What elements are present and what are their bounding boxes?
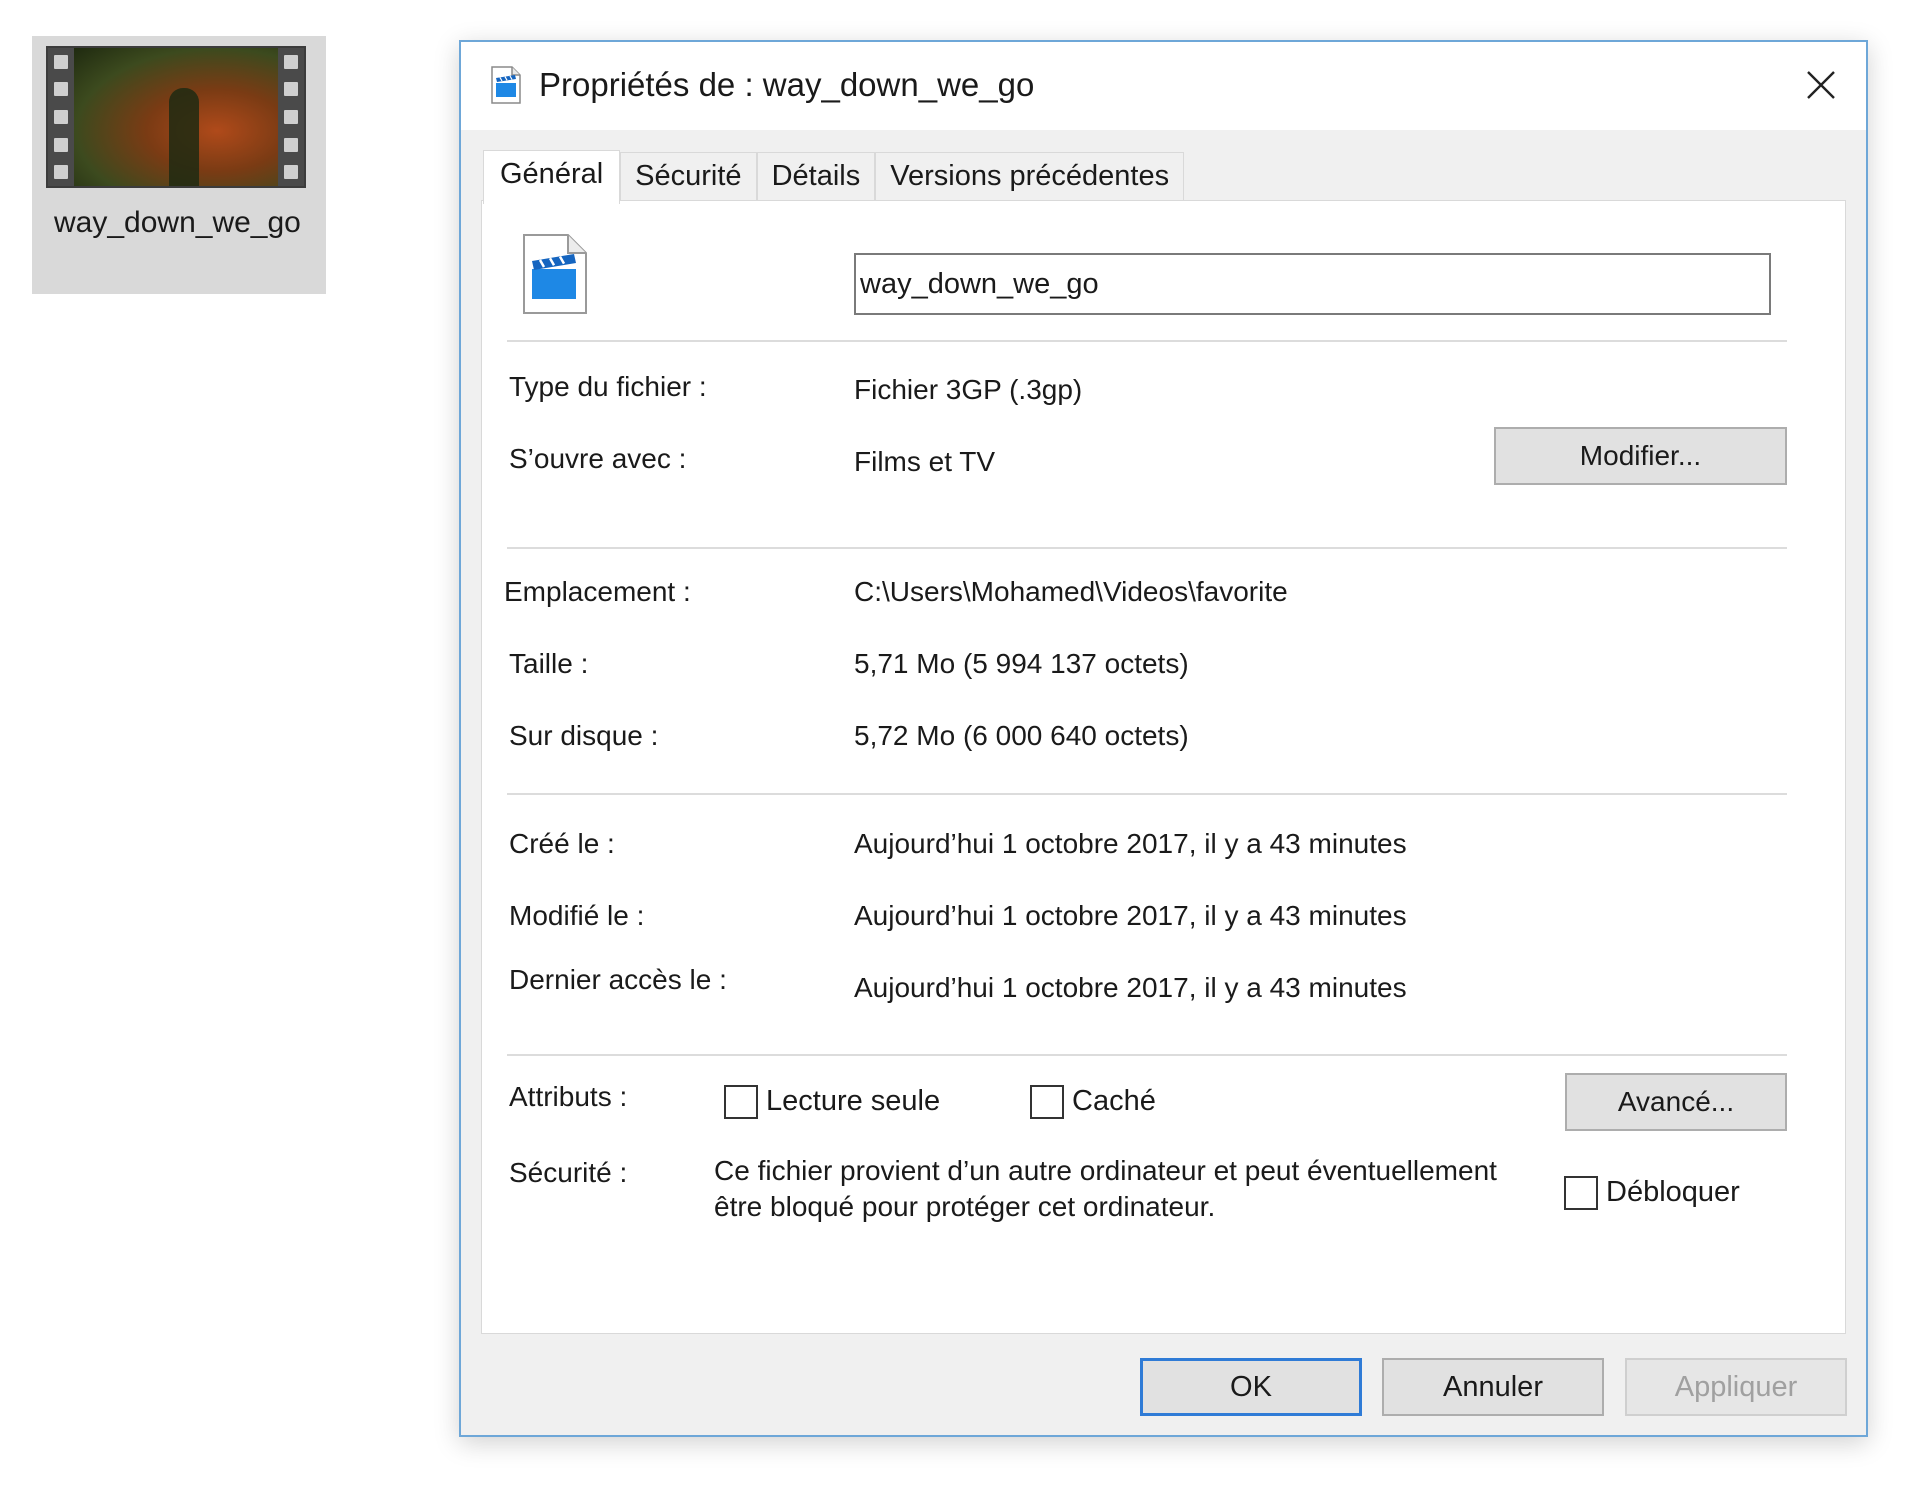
readonly-label: Lecture seule: [766, 1085, 941, 1117]
advanced-button[interactable]: Avancé...: [1565, 1073, 1787, 1131]
ok-button[interactable]: OK: [1140, 1358, 1362, 1416]
modified-label: Modifié le :: [509, 900, 645, 931]
properties-dialog: Propriétés de : way_down_we_go Général S…: [459, 40, 1868, 1437]
dialog-titlebar[interactable]: Propriétés de : way_down_we_go: [461, 42, 1866, 130]
thumbnail-silhouette: [169, 88, 199, 186]
tab-previous-versions[interactable]: Versions précédentes: [875, 152, 1185, 202]
size-value: 5,71 Mo (5 994 137 octets): [854, 648, 1189, 679]
desktop-file-icon[interactable]: way_down_we_go: [32, 36, 326, 294]
file-type-value: Fichier 3GP (.3gp): [854, 374, 1083, 405]
tab-general[interactable]: Général: [483, 150, 621, 204]
hidden-checkbox[interactable]: [1030, 1085, 1064, 1119]
tab-security[interactable]: Sécurité: [620, 152, 757, 202]
security-message: Ce fichier provient d’un autre ordinateu…: [714, 1155, 1497, 1222]
accessed-value: Aujourd’hui 1 octobre 2017, il y a 43 mi…: [854, 972, 1407, 1003]
location-value: C:\Users\Mohamed\Videos\favorite: [854, 576, 1288, 607]
film-strip-left: [48, 48, 74, 186]
created-label: Créé le :: [509, 828, 615, 859]
close-button[interactable]: [1798, 62, 1844, 108]
separator: [507, 1054, 1787, 1056]
separator: [507, 547, 1787, 549]
file-name-input[interactable]: [854, 253, 1771, 315]
video-file-icon: [523, 234, 587, 314]
opens-with-label: S’ouvre avec :: [509, 443, 687, 474]
apply-button[interactable]: Appliquer: [1625, 1358, 1847, 1416]
created-value: Aujourd’hui 1 octobre 2017, il y a 43 mi…: [854, 828, 1407, 859]
unblock-checkbox[interactable]: [1564, 1176, 1598, 1210]
file-type-label: Type du fichier :: [509, 371, 707, 402]
hidden-label: Caché: [1072, 1085, 1156, 1117]
tab-bar: Général Sécurité Détails Versions précéd…: [483, 150, 1185, 204]
cancel-button[interactable]: Annuler: [1382, 1358, 1604, 1416]
tab-details[interactable]: Détails: [756, 152, 876, 202]
dialog-title: Propriétés de : way_down_we_go: [539, 66, 1035, 103]
size-label: Taille :: [509, 648, 589, 679]
clapperboard-file-icon: [491, 66, 521, 104]
desktop-file-label: way_down_we_go: [54, 206, 301, 239]
unblock-label: Débloquer: [1606, 1176, 1740, 1208]
opens-with-value: Films et TV: [854, 446, 996, 477]
readonly-checkbox[interactable]: [724, 1085, 758, 1119]
change-button[interactable]: Modifier...: [1494, 427, 1787, 485]
close-icon: [1807, 71, 1835, 99]
attributes-label: Attributs :: [509, 1081, 628, 1112]
separator: [507, 793, 1787, 795]
size-on-disk-value: 5,72 Mo (6 000 640 octets): [854, 720, 1189, 751]
size-on-disk-label: Sur disque :: [509, 720, 659, 751]
accessed-label: Dernier accès le :: [509, 964, 727, 995]
video-thumbnail: [46, 46, 306, 188]
thumbnail-frame: [74, 48, 278, 186]
general-panel: Type du fichier : Fichier 3GP (.3gp) S’o…: [481, 200, 1846, 1334]
security-label: Sécurité :: [509, 1157, 628, 1188]
film-strip-right: [278, 48, 304, 186]
separator: [507, 340, 1787, 342]
modified-value: Aujourd’hui 1 octobre 2017, il y a 43 mi…: [854, 900, 1407, 931]
location-label: Emplacement :: [504, 576, 691, 607]
